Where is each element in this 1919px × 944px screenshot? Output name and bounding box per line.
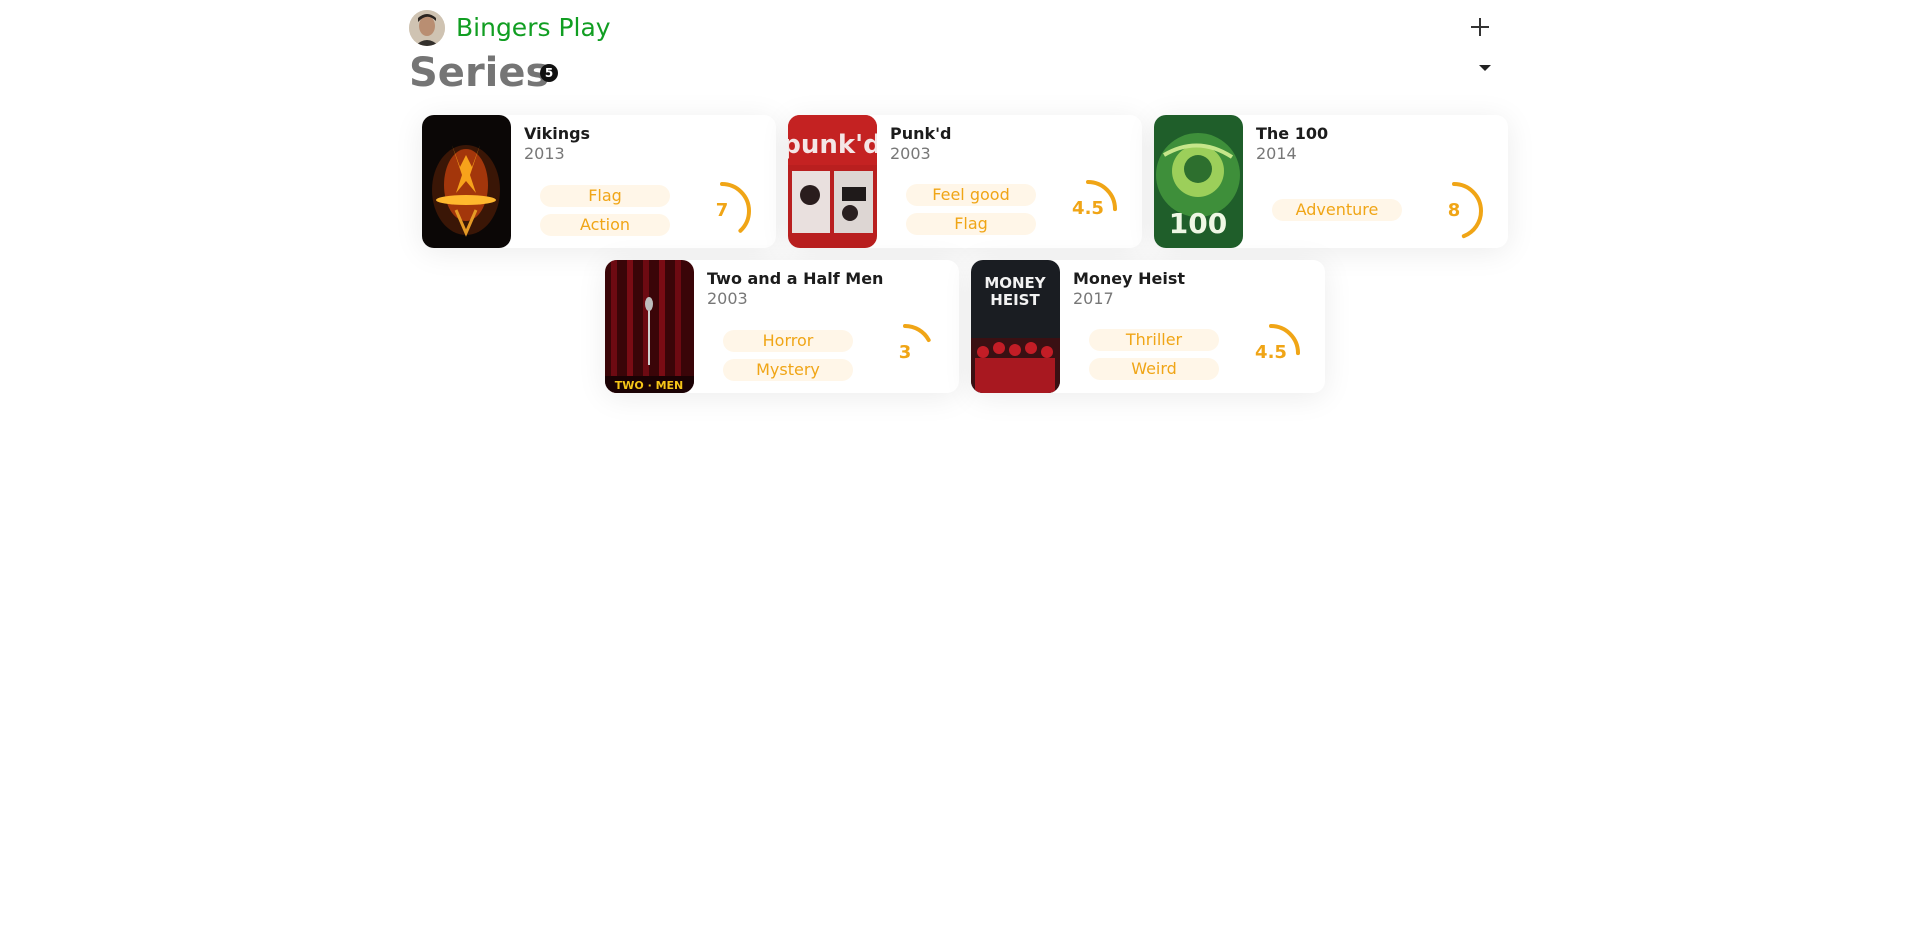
series-card[interactable]: punk'd Punk'd 2003 Feel good Flag 4.5 <box>788 115 1142 248</box>
genre-tag[interactable]: Mystery <box>723 359 853 381</box>
series-title: Two and a Half Men <box>707 269 884 288</box>
series-card[interactable]: 100 The 100 2014 Adventure 8 <box>1154 115 1508 248</box>
series-card[interactable]: MONEY HEIST Money Heist 2017 Thriller We… <box>971 260 1325 393</box>
count-badge: 5 <box>540 64 558 82</box>
genre-tag[interactable]: Horror <box>723 330 853 352</box>
series-year: 2013 <box>524 144 565 163</box>
poster-image <box>422 115 511 248</box>
add-icon[interactable] <box>1465 11 1495 41</box>
genre-tag[interactable]: Weird <box>1089 358 1219 380</box>
rating-value: 7 <box>715 200 729 221</box>
rating-value: 4.5 <box>1255 342 1287 363</box>
svg-text:punk'd: punk'd <box>788 130 877 160</box>
series-title: The 100 <box>1256 124 1329 143</box>
genre-tag[interactable]: Feel good <box>906 184 1036 206</box>
poster-image: 100 <box>1154 115 1243 248</box>
svg-text:MONEY: MONEY <box>984 274 1046 292</box>
app-header: Bingers Play <box>409 10 1501 46</box>
poster-image: punk'd <box>788 115 877 248</box>
series-year: 2014 <box>1256 144 1297 163</box>
svg-text:HEIST: HEIST <box>990 291 1040 309</box>
series-year: 2003 <box>890 144 931 163</box>
svg-text:TWO · MEN: TWO · MEN <box>615 379 684 392</box>
series-title: Vikings <box>524 124 591 143</box>
series-card[interactable]: TWO · MEN Two and a Half Men 2003 Horror… <box>605 260 959 393</box>
page-title: Series <box>409 50 550 96</box>
svg-text:100: 100 <box>1169 207 1227 240</box>
app-brand[interactable]: Bingers Play <box>456 13 611 42</box>
chevron-down-icon[interactable] <box>1479 65 1491 71</box>
series-year: 2003 <box>707 289 748 308</box>
rating-ring: 8 <box>1424 181 1484 241</box>
rating-ring: 4.5 <box>1241 323 1301 383</box>
rating-ring: 7 <box>692 181 752 241</box>
avatar[interactable] <box>409 10 445 46</box>
rating-value: 4.5 <box>1072 198 1104 219</box>
title-row: Series 5 <box>409 50 1501 96</box>
genre-tag[interactable]: Flag <box>540 185 670 207</box>
rating-value: 8 <box>1447 200 1461 221</box>
poster-image: MONEY HEIST <box>971 260 1060 393</box>
genre-tag[interactable]: Action <box>540 214 670 236</box>
genre-tag[interactable]: Flag <box>906 213 1036 235</box>
rating-value: 3 <box>898 342 912 363</box>
series-title: Punk'd <box>890 124 952 143</box>
series-title: Money Heist <box>1073 269 1186 288</box>
genre-tag[interactable]: Thriller <box>1089 329 1219 351</box>
rating-ring: 4.5 <box>1058 179 1118 239</box>
series-year: 2017 <box>1073 289 1114 308</box>
series-card[interactable]: Vikings 2013 Flag Action 7 <box>422 115 776 248</box>
poster-image: TWO · MEN <box>605 260 694 393</box>
rating-ring: 3 <box>875 323 935 383</box>
genre-tag[interactable]: Adventure <box>1272 199 1402 221</box>
